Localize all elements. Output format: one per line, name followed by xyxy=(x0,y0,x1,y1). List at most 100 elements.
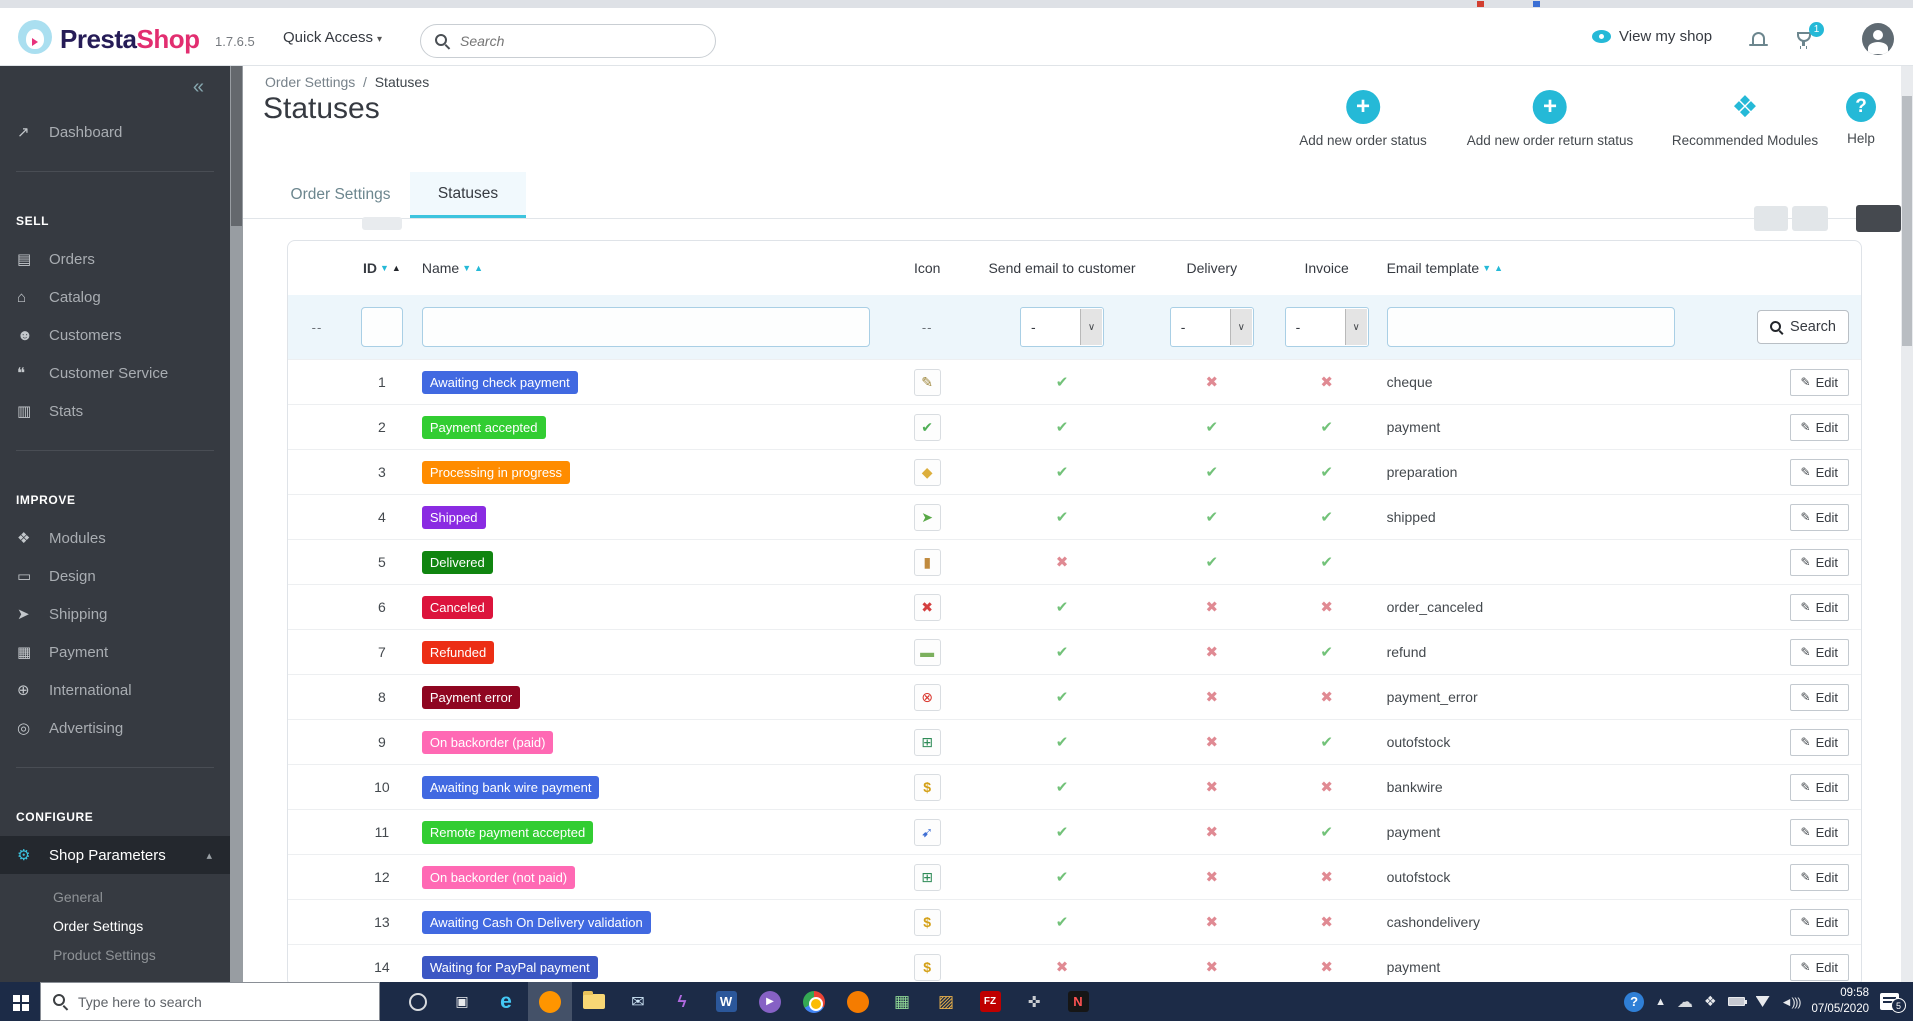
edit-button[interactable]: ✎ Edit xyxy=(1789,548,1849,576)
taskbar-app-chrome-icon[interactable] xyxy=(792,982,836,1021)
chevron-down-icon: ▾ xyxy=(377,34,383,45)
page-scrollbar-thumb[interactable] xyxy=(1902,96,1912,346)
tab-order-settings[interactable]: Order Settings xyxy=(271,172,410,218)
sidebar-item-stats[interactable]: ▥ Stats xyxy=(0,392,230,430)
notifications-bell-icon[interactable] xyxy=(1749,32,1768,46)
partial-toolbar-button[interactable] xyxy=(1754,206,1788,231)
taskbar-app-mail-icon[interactable]: ✉ xyxy=(616,982,660,1021)
sidebar-item-international[interactable]: ⊕ International xyxy=(0,671,230,709)
trophy-icon[interactable] xyxy=(1797,32,1811,46)
dropbox-icon[interactable]: ❖ xyxy=(1704,993,1717,1010)
taskbar-app-explorer-icon[interactable] xyxy=(572,982,616,1021)
taskbar-app-taskview-icon[interactable]: ▣ xyxy=(440,982,484,1021)
taskbar-app-media-player-icon[interactable]: ▶ xyxy=(748,982,792,1021)
sidebar-subitem-product-settings[interactable]: Product Settings xyxy=(0,940,230,969)
action-center-icon[interactable]: 5 xyxy=(1880,993,1906,1013)
sort-desc-icon[interactable]: ▼ xyxy=(380,263,389,273)
edit-button[interactable]: ✎ Edit xyxy=(1789,368,1849,396)
sidebar-item-dashboard[interactable]: ↗ Dashboard xyxy=(0,113,230,151)
tray-chevron-up-icon[interactable]: ▲ xyxy=(1655,996,1666,1008)
taskbar-app-paint-icon[interactable]: ▨ xyxy=(924,982,968,1021)
page-scrollbar[interactable]: ▲ xyxy=(1901,8,1913,1021)
sidebar-collapse-button[interactable]: « xyxy=(193,76,204,99)
sidebar-scrollbar-thumb[interactable] xyxy=(231,66,242,226)
user-avatar[interactable] xyxy=(1862,23,1894,55)
catalog-icon: ⌂ xyxy=(17,288,27,306)
action-recommended-modules[interactable]: ❖ Recommended Modules xyxy=(1672,90,1818,149)
taskbar-clock[interactable]: 09:58 07/05/2020 xyxy=(1811,986,1869,1017)
sidebar-item-modules[interactable]: ❖ Modules xyxy=(0,519,230,557)
edit-button[interactable]: ✎ Edit xyxy=(1789,818,1849,846)
edit-button[interactable]: ✎ Edit xyxy=(1789,908,1849,936)
taskbar-app-word-icon[interactable]: W xyxy=(704,982,748,1021)
partial-toolbar-button[interactable] xyxy=(1856,205,1901,232)
edit-button[interactable]: ✎ Edit xyxy=(1789,773,1849,801)
taskbar-app-lightning-icon[interactable]: ϟ xyxy=(660,982,704,1021)
edit-button[interactable]: ✎ Edit xyxy=(1789,638,1849,666)
id-filter-input[interactable] xyxy=(360,307,403,347)
sidebar-item-shipping[interactable]: ➤ Shipping xyxy=(0,595,230,633)
breadcrumb-parent[interactable]: Order Settings xyxy=(265,74,355,90)
taskbar-app-notepad-icon[interactable]: N xyxy=(1056,982,1100,1021)
sidebar-subitem-order-settings[interactable]: Order Settings xyxy=(0,911,230,940)
no-icon: ✖ xyxy=(1205,959,1219,976)
sort-asc-icon[interactable]: ▲ xyxy=(392,263,401,273)
action-add-new-order-status[interactable]: + Add new order status xyxy=(1299,90,1427,148)
sidebar-item-shop-parameters[interactable]: ⚙ Shop Parameters ▴ xyxy=(0,836,230,874)
sort-asc-icon[interactable]: ▲ xyxy=(1494,263,1503,273)
start-button-icon[interactable] xyxy=(13,995,20,1002)
sidebar-item-orders[interactable]: ▤ Orders xyxy=(0,240,230,278)
column-header-id[interactable]: ID ▼ ▲ xyxy=(346,241,418,295)
volume-icon[interactable]: ◄))) xyxy=(1781,995,1802,1009)
invoice-filter-select[interactable]: - ∨ xyxy=(1284,307,1369,347)
taskbar-search[interactable]: Type here to search xyxy=(40,982,380,1021)
help-bubble-icon[interactable]: ? xyxy=(1624,991,1645,1012)
sidebar-item-design[interactable]: ▭ Design xyxy=(0,557,230,595)
sort-desc-icon[interactable]: ▼ xyxy=(462,263,471,273)
edit-button[interactable]: ✎ Edit xyxy=(1789,458,1849,486)
taskbar-app-orange-app-icon[interactable] xyxy=(836,982,880,1021)
sort-desc-icon[interactable]: ▼ xyxy=(1482,263,1491,273)
sidebar-item-customer-service[interactable]: ❝ Customer Service xyxy=(0,354,230,392)
edit-button[interactable]: ✎ Edit xyxy=(1789,593,1849,621)
sidebar-scrollbar[interactable] xyxy=(230,66,243,1021)
sidebar-item-catalog[interactable]: ⌂ Catalog xyxy=(0,278,230,316)
action-add-new-order-return-status[interactable]: + Add new order return status xyxy=(1467,90,1633,148)
partial-toolbar-button[interactable] xyxy=(1792,206,1828,231)
filter-search-button[interactable]: Search xyxy=(1757,310,1849,344)
taskbar-app-spreadsheet-icon[interactable]: ▦ xyxy=(880,982,924,1021)
view-my-shop-link[interactable]: View my shop xyxy=(1592,28,1712,45)
sidebar-item-customers[interactable]: ☻ Customers xyxy=(0,316,230,354)
send-email-filter-select[interactable]: - ∨ xyxy=(1020,307,1104,347)
taskbar-app-filezilla-icon[interactable]: FZ xyxy=(968,982,1012,1021)
name-filter-input[interactable] xyxy=(421,307,870,347)
edit-button[interactable]: ✎ Edit xyxy=(1789,863,1849,891)
sidebar-item-payment[interactable]: ▦ Payment xyxy=(0,633,230,671)
edit-button[interactable]: ✎ Edit xyxy=(1789,728,1849,756)
sidebar-item-advertising[interactable]: ◎ Advertising xyxy=(0,709,230,747)
edit-button[interactable]: ✎ Edit xyxy=(1789,503,1849,531)
onedrive-cloud-icon[interactable]: ☁ xyxy=(1677,992,1693,1012)
prestashop-logo[interactable]: PrestaShop xyxy=(60,24,200,55)
header-search-input[interactable] xyxy=(460,33,680,49)
wifi-icon[interactable] xyxy=(1755,996,1770,1007)
no-icon: ✖ xyxy=(1320,599,1333,616)
edit-button[interactable]: ✎ Edit xyxy=(1789,683,1849,711)
taskbar-app-cortana-icon[interactable] xyxy=(396,982,440,1021)
tab-statuses[interactable]: Statuses xyxy=(410,172,526,218)
action-help[interactable]: ? Help xyxy=(1846,90,1876,146)
no-icon: ✖ xyxy=(1205,869,1219,886)
column-header-email-template[interactable]: Email template ▼ ▲ xyxy=(1377,241,1737,295)
delivery-filter-select[interactable]: - ∨ xyxy=(1169,307,1254,347)
taskbar-app-firefox-icon[interactable] xyxy=(528,982,572,1021)
edit-button[interactable]: ✎ Edit xyxy=(1789,953,1849,981)
sidebar-subitem-general[interactable]: General xyxy=(0,882,230,911)
taskbar-app-tools-icon[interactable]: ✜ xyxy=(1012,982,1056,1021)
quick-access-menu[interactable]: Quick Access ▾ xyxy=(283,29,382,46)
battery-icon[interactable] xyxy=(1727,997,1747,1006)
sort-asc-icon[interactable]: ▲ xyxy=(474,263,483,273)
email-template-filter-input[interactable] xyxy=(1386,307,1675,347)
edit-button[interactable]: ✎ Edit xyxy=(1789,413,1849,441)
column-header-name[interactable]: Name ▼ ▲ xyxy=(418,241,877,295)
taskbar-app-edge-icon[interactable]: e xyxy=(484,982,528,1021)
